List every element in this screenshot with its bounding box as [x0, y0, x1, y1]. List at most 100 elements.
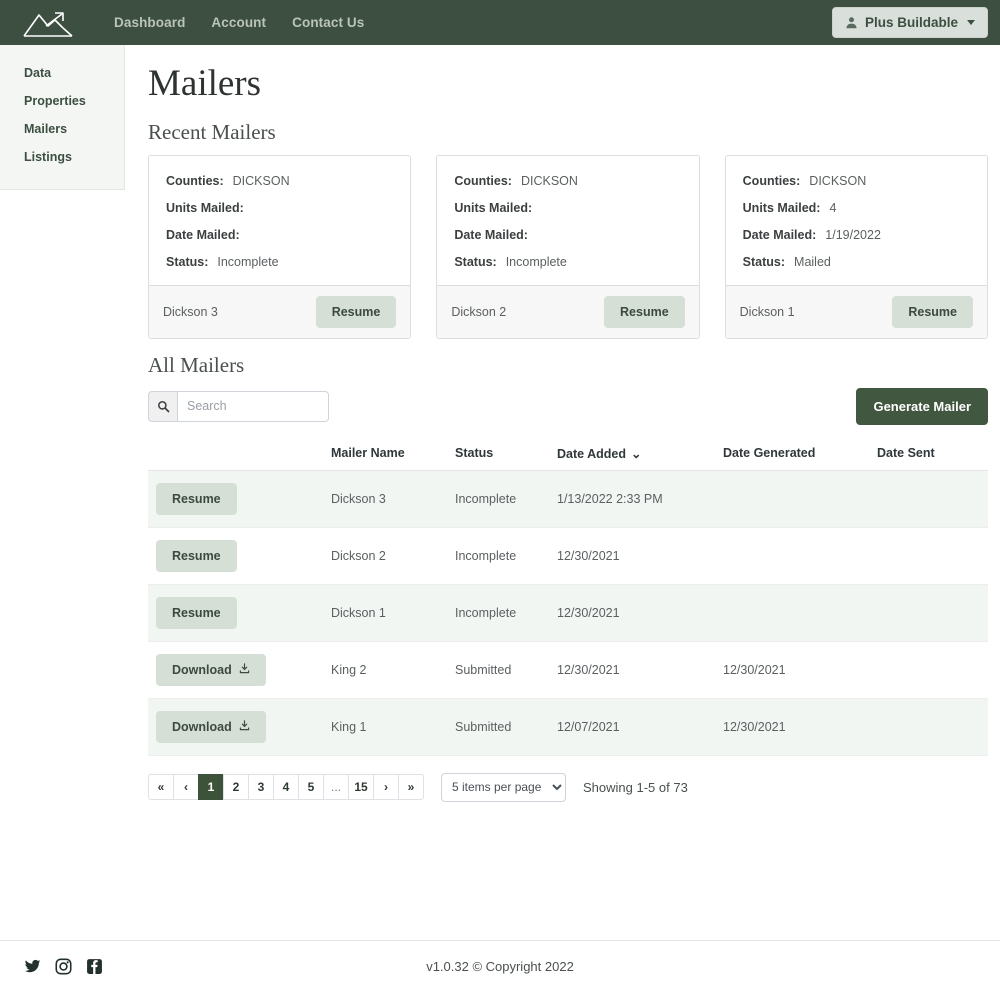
- main-content: Mailers Recent Mailers Counties: DICKSON…: [125, 45, 1000, 802]
- cell-status: Submitted: [447, 641, 549, 699]
- cell-mailer-name: King 2: [323, 641, 447, 699]
- card-mailer-name: Dickson 2: [451, 304, 507, 319]
- cell-date-sent: [869, 527, 988, 585]
- card-resume-button[interactable]: Resume: [604, 295, 685, 328]
- card-field-date-mailed: Date Mailed:: [454, 228, 681, 242]
- resume-button[interactable]: Resume: [156, 596, 237, 629]
- table-row[interactable]: Resume Dickson 2 Incomplete 12/30/2021: [148, 527, 988, 585]
- cell-date-generated: [715, 527, 869, 585]
- cell-mailer-name: Dickson 3: [323, 470, 447, 528]
- cell-date-added: 12/30/2021: [549, 641, 715, 699]
- sidebar-item-mailers[interactable]: Mailers: [0, 115, 124, 143]
- cell-date-sent: [869, 698, 988, 756]
- field-label: Status:: [742, 254, 786, 269]
- field-value: 1/19/2022: [825, 227, 881, 242]
- field-value: DICKSON: [520, 173, 578, 188]
- column-header-status[interactable]: Status: [447, 439, 549, 471]
- sidebar-item-properties[interactable]: Properties: [0, 87, 124, 115]
- column-header-date-generated[interactable]: Date Generated: [715, 439, 869, 471]
- items-per-page-select[interactable]: 5 items per page 10 items per page 25 it…: [441, 772, 566, 802]
- user-menu-button[interactable]: Plus Buildable: [831, 7, 988, 38]
- field-label: Status:: [166, 254, 209, 269]
- column-header-mailer-name[interactable]: Mailer Name: [323, 439, 447, 471]
- card-field-date-mailed: Date Mailed: 1/19/2022: [743, 228, 970, 242]
- download-icon: [239, 662, 250, 677]
- pagination-ellipsis: ...: [323, 774, 349, 801]
- cell-status: Submitted: [447, 698, 549, 756]
- download-button[interactable]: Download: [156, 710, 266, 743]
- resume-button[interactable]: Resume: [156, 482, 237, 515]
- mountain-chart-logo[interactable]: [22, 8, 74, 38]
- search-input[interactable]: [177, 390, 329, 422]
- pagination-prev[interactable]: ‹: [173, 774, 199, 801]
- nav-link-dashboard[interactable]: Dashboard: [114, 15, 185, 30]
- table-row[interactable]: Resume Dickson 1 Incomplete 12/30/2021: [148, 584, 988, 642]
- search-icon[interactable]: [148, 390, 177, 422]
- pagination-page-5[interactable]: 5: [298, 774, 324, 801]
- button-label: Download: [172, 719, 232, 734]
- field-value: DICKSON: [809, 173, 867, 188]
- sidebar-item-listings[interactable]: Listings: [0, 143, 124, 171]
- card-body: Counties: DICKSON Units Mailed: Date Mai…: [149, 156, 410, 285]
- table-row[interactable]: Download King 1 Submitted 12/07/2021 12/…: [148, 698, 988, 756]
- instagram-icon[interactable]: [55, 958, 72, 975]
- sidebar-item-data[interactable]: Data: [0, 59, 124, 87]
- pagination-page-2[interactable]: 2: [223, 774, 249, 801]
- pagination-last[interactable]: »: [398, 774, 424, 801]
- cell-date-added: 12/30/2021: [549, 527, 715, 585]
- social-links: [24, 958, 103, 975]
- row-action-cell: Resume: [148, 527, 323, 585]
- all-mailers-heading: All Mailers: [148, 352, 245, 377]
- card-resume-button[interactable]: Resume: [892, 295, 973, 328]
- table-row[interactable]: Resume Dickson 3 Incomplete 1/13/2022 2:…: [148, 470, 988, 528]
- download-icon: [239, 719, 250, 734]
- top-navbar: Dashboard Account Contact Us Plus Builda…: [0, 0, 1000, 45]
- table-body: Resume Dickson 3 Incomplete 1/13/2022 2:…: [148, 470, 988, 756]
- card-mailer-name: Dickson 1: [739, 304, 795, 319]
- cell-mailer-name: King 1: [323, 698, 447, 756]
- resume-button[interactable]: Resume: [156, 539, 237, 572]
- mailers-table: Mailer Name Status Date Added ⌄ Date Gene…: [148, 439, 988, 756]
- nav-link-contact-us[interactable]: Contact Us: [292, 15, 364, 30]
- table-row[interactable]: Download King 2 Submitted 12/30/2021 12/…: [148, 641, 988, 699]
- pagination-first[interactable]: «: [148, 774, 174, 801]
- pagination-page-1[interactable]: 1: [198, 774, 224, 801]
- recent-mailers-heading: Recent Mailers: [148, 119, 276, 144]
- page-title: Mailers: [148, 63, 262, 104]
- column-label: Date Added: [557, 446, 626, 461]
- cell-status: Incomplete: [447, 470, 549, 528]
- column-header-date-added[interactable]: Date Added ⌄: [549, 439, 715, 471]
- column-header-action: [148, 439, 323, 471]
- field-label: Date Mailed:: [166, 227, 240, 242]
- person-icon: [845, 16, 858, 29]
- sidebar: Data Properties Mailers Listings: [0, 45, 125, 190]
- page-body: Data Properties Mailers Listings Mailers…: [0, 45, 1000, 802]
- cell-status: Incomplete: [447, 527, 549, 585]
- pagination-page-15[interactable]: 15: [348, 774, 374, 801]
- field-value: DICKSON: [232, 173, 290, 188]
- field-label: Counties:: [166, 173, 224, 188]
- card-resume-button[interactable]: Resume: [315, 295, 397, 328]
- field-label: Status:: [454, 254, 497, 269]
- facebook-icon[interactable]: [86, 958, 103, 975]
- card-body: Counties: DICKSON Units Mailed: 4 Date M…: [726, 156, 987, 285]
- cell-status: Incomplete: [447, 584, 549, 642]
- table-head: Mailer Name Status Date Added ⌄ Date Gene…: [148, 439, 988, 471]
- field-value: 4: [829, 200, 837, 215]
- card-body: Counties: DICKSON Units Mailed: Date Mai…: [437, 156, 698, 285]
- generate-mailer-button[interactable]: Generate Mailer: [856, 387, 988, 425]
- pagination-next[interactable]: ›: [373, 774, 399, 801]
- cell-date-generated: [715, 470, 869, 528]
- field-label: Counties:: [742, 173, 801, 188]
- nav-link-account[interactable]: Account: [211, 15, 266, 30]
- pagination-page-4[interactable]: 4: [273, 774, 299, 801]
- field-label: Date Mailed:: [454, 227, 528, 242]
- pagination-page-3[interactable]: 3: [248, 774, 274, 801]
- cell-date-added: 12/07/2021: [549, 698, 715, 756]
- column-header-date-sent[interactable]: Date Sent: [869, 439, 988, 471]
- twitter-icon[interactable]: [24, 958, 41, 975]
- download-button[interactable]: Download: [156, 653, 266, 686]
- cell-date-added: 1/13/2022 2:33 PM: [549, 470, 715, 528]
- pagination: « ‹ 1 2 3 4 5 ... 15 › »: [148, 774, 424, 801]
- card-field-counties: Counties: DICKSON: [743, 174, 970, 188]
